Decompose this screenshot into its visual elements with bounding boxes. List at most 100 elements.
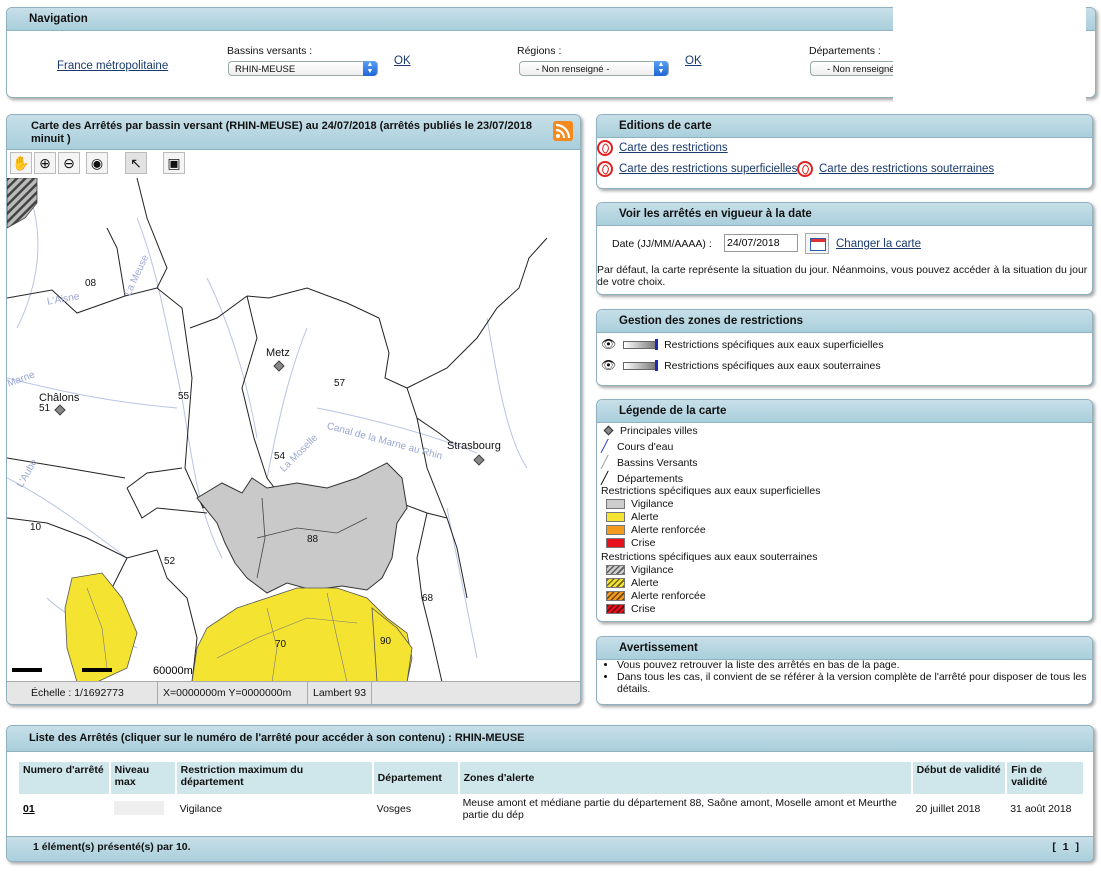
- zoom-out-icon[interactable]: ⊖: [58, 152, 80, 174]
- list-footer: 1 élément(s) présenté(s) par 10. [ 1 ]: [7, 836, 1093, 861]
- legend-villes: Principales villes: [620, 425, 698, 437]
- eye-icon[interactable]: 👁: [601, 358, 616, 372]
- col-numero: Numero d'arrêté: [19, 762, 111, 794]
- layer-label-superficielles: Restrictions spécifiques aux eaux superf…: [664, 339, 884, 351]
- france-metropolitaine-link[interactable]: France métropolitaine: [57, 60, 168, 72]
- footer-count: 1 élément(s) présenté(s) par 10.: [33, 841, 191, 853]
- date-title: Voir les arrêtés en vigueur à la date: [597, 203, 1092, 226]
- dept-label: 70: [275, 639, 287, 650]
- table-row: 01 Vigilance Vosges Meuse amont et média…: [19, 794, 1083, 824]
- dept-label: 52: [164, 556, 176, 567]
- bassins-select[interactable]: RHIN-MEUSE ▲ ▼: [228, 61, 378, 76]
- editions-title: Editions de carte: [597, 115, 1092, 138]
- map-status-bar: Échelle : 1/1692773 X=0000000m Y=0000000…: [7, 681, 580, 704]
- scale-text: 60000m: [153, 665, 193, 677]
- list-header: Liste des Arrêtés (cliquer sur le numéro…: [7, 726, 1093, 752]
- fin-cell: 31 août 2018: [1010, 803, 1072, 815]
- eye-icon[interactable]: 👁: [601, 337, 616, 351]
- layer-label-souterraines: Restrictions spécifiques aux eaux souter…: [664, 360, 881, 372]
- restriction-cell: Vigilance: [179, 803, 223, 815]
- col-departement: Département: [372, 762, 460, 794]
- regions-select-value: - Non renseigné -: [536, 64, 610, 75]
- swatch-hatched-alerte-renforcee: [606, 591, 625, 602]
- map-panel: Carte des Arrêtés par bassin versant (RH…: [6, 114, 581, 705]
- regions-ok-link[interactable]: OK: [685, 55, 702, 67]
- zoom-in-icon[interactable]: ⊕: [34, 152, 56, 174]
- legend-departements: Départements: [617, 473, 683, 485]
- regions-select[interactable]: - Non renseigné - ▲ ▼: [519, 61, 669, 76]
- swatch-vigilance: [606, 499, 625, 510]
- map-toolbar: ✋ ⊕ ⊖ ◉ ↖ ▣: [7, 150, 580, 179]
- map-canvas[interactable]: Metz Châlons Strasbourg 08 57 51 55 54 1…: [7, 178, 580, 682]
- city-label-metz: Metz: [266, 347, 290, 359]
- pan-hand-icon[interactable]: ✋: [10, 152, 32, 174]
- map-title: Carte des Arrêtés par bassin versant (RH…: [31, 120, 532, 145]
- date-input[interactable]: [724, 234, 798, 252]
- warning-title: Avertissement: [597, 637, 1092, 660]
- status-coords: X=0000000m Y=0000000m: [157, 682, 291, 704]
- river-line-icon: ╱: [601, 439, 609, 453]
- swatch-crise: [606, 538, 625, 549]
- calendar-icon[interactable]: [805, 233, 829, 254]
- warning-item: Vous pouvez retrouver la liste des arrêt…: [617, 659, 1087, 671]
- debut-cell: 20 juillet 2018: [915, 803, 981, 815]
- dept-label: 51: [39, 403, 51, 414]
- zones-panel: Gestion des zones de restrictions 👁 Rest…: [596, 309, 1093, 386]
- status-projection: Lambert 93: [307, 682, 373, 704]
- col-zones: Zones d'alerte: [458, 762, 913, 794]
- zoom-full-icon[interactable]: ◉: [86, 152, 108, 174]
- opacity-slider[interactable]: [623, 339, 659, 351]
- save-icon[interactable]: ▣: [163, 152, 185, 174]
- col-fin: Fin de validité: [1006, 762, 1083, 794]
- rss-icon[interactable]: [553, 121, 573, 141]
- legend-level-label: Alerte: [631, 511, 659, 523]
- carte-souterraines-link[interactable]: Carte des restrictions souterraines: [819, 163, 994, 175]
- zones-title: Gestion des zones de restrictions: [597, 310, 1092, 333]
- bassins-ok-link[interactable]: OK: [394, 55, 411, 67]
- basin-line-icon: ╱: [601, 455, 609, 469]
- swatch-hatched-crise: [606, 604, 625, 615]
- dept-label: 10: [30, 522, 42, 533]
- pdf-icon: [597, 161, 613, 177]
- opacity-slider[interactable]: [623, 360, 659, 372]
- date-panel: Voir les arrêtés en vigueur à la date Da…: [596, 202, 1093, 295]
- legend-cours-eau: Cours d'eau: [617, 441, 674, 453]
- changer-carte-link[interactable]: Changer la carte: [836, 238, 921, 250]
- departements-label: Départements :: [809, 45, 881, 57]
- pagination[interactable]: [ 1 ]: [1052, 841, 1079, 853]
- legend-surface-title: Restrictions spécifiques aux eaux superf…: [601, 485, 821, 497]
- editions-panel: Editions de carte Carte des restrictions…: [596, 114, 1093, 189]
- carte-superficielles-link[interactable]: Carte des restrictions superficielles: [619, 163, 797, 175]
- carte-restrictions-link[interactable]: Carte des restrictions: [619, 142, 728, 154]
- date-label: Date (JJ/MM/AAAA) :: [612, 238, 712, 250]
- city-marker-icon: [603, 425, 614, 436]
- regions-label: Régions :: [517, 45, 562, 57]
- legend-level-label: Vigilance: [631, 498, 674, 510]
- swatch-alerte-renforcee: [606, 525, 625, 536]
- date-description: Par défaut, la carte représente la situa…: [597, 264, 1088, 288]
- map-header: Carte des Arrêtés par bassin versant (RH…: [7, 115, 580, 150]
- bassins-label: Bassins versants :: [227, 45, 313, 57]
- legend-ground-title: Restrictions spécifiques aux eaux souter…: [601, 551, 818, 563]
- swatch-hatched-alerte: [606, 578, 625, 589]
- status-scale: Échelle : 1/1692773: [31, 687, 124, 699]
- dept-label: 55: [178, 391, 190, 402]
- legend-level-label: Crise: [631, 537, 656, 549]
- legend-panel: Légende de la carte Principales villes ╱…: [596, 399, 1093, 622]
- dept-label: 90: [380, 636, 392, 647]
- department-line-icon: ╱: [601, 471, 609, 485]
- legend-level-label: Alerte renforcée: [631, 524, 706, 536]
- departement-cell: Vosges: [376, 803, 412, 815]
- legend-bassins: Bassins Versants: [617, 457, 698, 469]
- arrete-number-link[interactable]: 01: [23, 803, 35, 815]
- zones-cell: Meuse amont et médiane partie du départe…: [462, 797, 897, 821]
- arretes-table: Numero d'arrêté Niveau max Restriction m…: [19, 762, 1083, 824]
- bassins-select-value: RHIN-MEUSE: [235, 64, 296, 75]
- niveau-max-bar: [113, 800, 164, 815]
- dept-label: 88: [307, 534, 319, 545]
- top-right-overlay: [893, 0, 1086, 110]
- departements-select-value: - Non renseigné -: [827, 64, 901, 75]
- select-arrow-icon[interactable]: ↖: [125, 152, 147, 174]
- swatch-alerte: [606, 512, 625, 523]
- pdf-icon: [597, 140, 613, 156]
